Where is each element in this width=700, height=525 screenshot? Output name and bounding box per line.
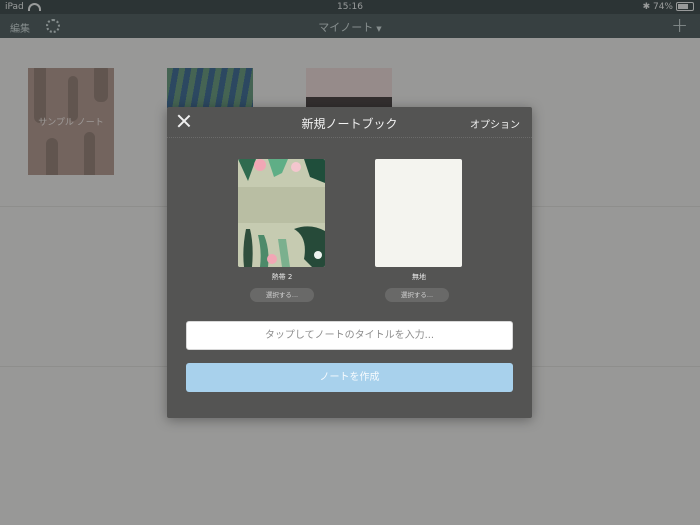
dialog-header: 新規ノートブック オプション — [167, 107, 532, 138]
options-button[interactable]: オプション — [470, 116, 520, 131]
cover-name: 無地 — [412, 273, 426, 281]
tropical-cover-art — [238, 159, 325, 267]
cover-plain[interactable] — [375, 159, 462, 267]
create-notebook-button[interactable]: ノートを作成 — [186, 363, 513, 392]
select-cover-button[interactable]: 選択する... — [250, 288, 314, 302]
new-notebook-dialog: 新規ノートブック オプション 熱帯 2 無地 選択する... 選択する... ノ… — [167, 107, 532, 418]
cover-name: 熱帯 2 — [271, 273, 293, 281]
cover-tropical[interactable] — [238, 159, 325, 267]
select-cover-button[interactable]: 選択する... — [385, 288, 449, 302]
notebook-title-input[interactable] — [186, 321, 513, 350]
